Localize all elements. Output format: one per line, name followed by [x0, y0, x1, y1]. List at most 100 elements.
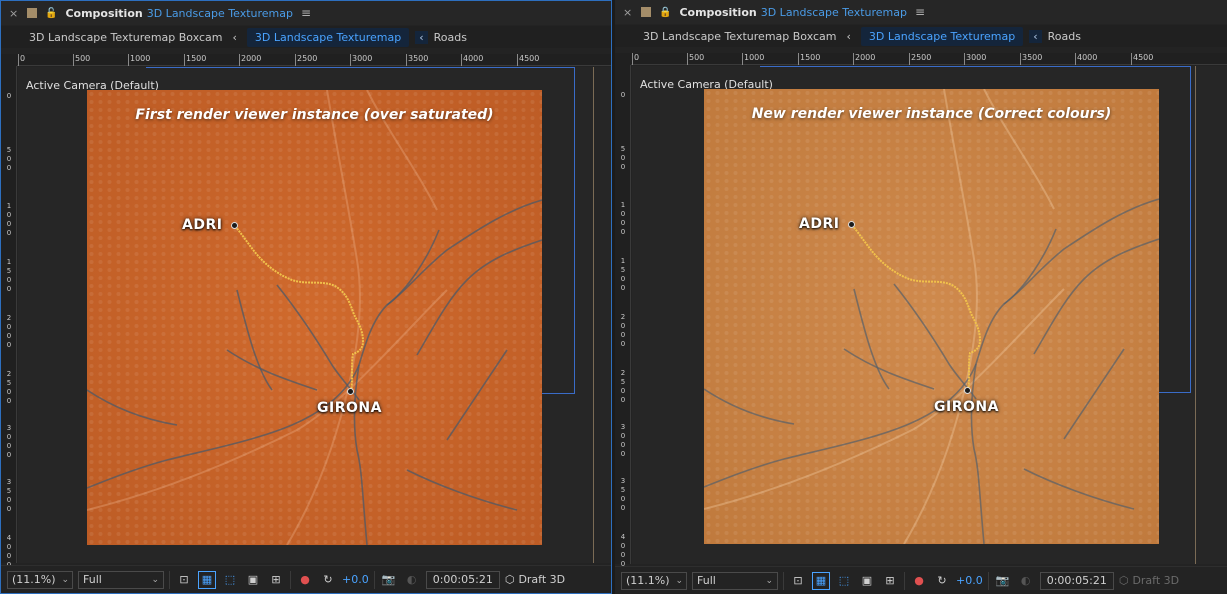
city-label-girona: GIRONA: [934, 399, 999, 415]
label-color-swatch[interactable]: [27, 8, 37, 18]
ruler-label: 3000: [352, 54, 373, 63]
tab-texturemap[interactable]: 3D Landscape Texturemap: [246, 27, 410, 47]
zoom-value: (11.1%): [626, 574, 670, 587]
ruler-label: 1500: [186, 54, 207, 63]
ruler-label: 2500: [297, 54, 318, 63]
exposure-value[interactable]: +0.0: [956, 574, 983, 587]
horizontal-ruler[interactable]: 0 500 1000 1500 2000 2500 3000 3500 4000…: [631, 53, 1227, 65]
horizontal-ruler[interactable]: 0 500 1000 1500 2000 2500 3000 3500 4000…: [17, 54, 611, 66]
chevron-left-icon[interactable]: ‹: [843, 30, 855, 43]
ruler-label: 0: [634, 53, 640, 62]
tab-texturemap[interactable]: 3D Landscape Texturemap: [860, 26, 1024, 46]
ruler-label: 3500: [1022, 53, 1043, 62]
divider: [904, 571, 905, 590]
panel-type-label: Composition: [679, 5, 757, 19]
divider: [783, 571, 784, 590]
vertical-ruler[interactable]: 0 5 0 0 1 0 0 0 1 5 0 0 2 0 0 0 2 5 0 0 …: [615, 65, 631, 568]
unlock-icon[interactable]: 🔓: [45, 8, 57, 19]
chevron-left-icon[interactable]: ‹: [415, 30, 428, 44]
ruler-label: 0: [6, 92, 12, 100]
current-time-field[interactable]: 0:00:05:21: [1039, 571, 1114, 590]
texture-map[interactable]: New render viewer instance (Correct colo…: [704, 89, 1159, 544]
ruler-label: 2 5 0 0: [6, 370, 12, 405]
timecode-value: 0:00:05:21: [432, 573, 493, 586]
city-marker-girona: [347, 388, 354, 395]
viewer-footer: (11.1%) ⌄ Full ⌄ ⊡ ▦ ⬚ ▣ ⊞ ● ↻ +0.0 📷 ◐ 0:…: [1, 565, 611, 593]
camera-snapshot-icon[interactable]: 📷: [380, 571, 398, 589]
transparency-grid-icon[interactable]: ▦: [198, 570, 216, 589]
chevron-left-icon[interactable]: ‹: [229, 31, 241, 44]
chevron-down-icon: ⌄: [675, 575, 684, 586]
city-label-adri: ADRI: [799, 216, 840, 232]
ruler-label: 0: [20, 54, 26, 63]
close-icon[interactable]: ×: [9, 7, 19, 20]
transparency-grid-icon[interactable]: ▦: [812, 571, 830, 590]
draft-3d-toggle[interactable]: ⬡ Draft 3D: [505, 573, 565, 586]
ruler-label: 1000: [744, 53, 765, 62]
vertical-ruler[interactable]: 0 5 0 0 1 0 0 0 1 5 0 0 2 0 0 0 2 5 0 0 …: [1, 66, 17, 569]
region-of-interest-icon[interactable]: ▣: [244, 571, 262, 589]
draft-3d-label: Draft 3D: [518, 573, 566, 586]
label-color-swatch[interactable]: [641, 7, 651, 17]
region-of-interest-icon[interactable]: ▣: [858, 572, 876, 590]
draft-3d-toggle[interactable]: ⬡ Draft 3D: [1119, 574, 1179, 587]
magnification-dropdown[interactable]: (11.1%) ⌄: [7, 570, 73, 589]
ruler-label: 1 0 0 0: [620, 201, 626, 236]
panel-menu-icon[interactable]: ≡: [301, 6, 311, 20]
composition-viewer[interactable]: Active Camera (Default): [632, 66, 1227, 564]
tab-boxcam[interactable]: 3D Landscape Texturemap Boxcam: [29, 31, 223, 44]
camera-snapshot-icon[interactable]: 📷: [994, 572, 1012, 590]
resolution-value: Full: [697, 574, 716, 587]
exposure-value[interactable]: +0.0: [342, 573, 369, 586]
reset-exposure-icon[interactable]: ↻: [319, 571, 337, 589]
ruler-corner: [1, 54, 17, 66]
color-channels-icon[interactable]: ●: [296, 571, 314, 589]
show-snapshot-icon[interactable]: ◐: [403, 571, 421, 589]
chevron-left-icon[interactable]: ‹: [1029, 29, 1042, 43]
ruler-label: 3 0 0 0: [620, 423, 626, 458]
ruler-label: 2000: [241, 54, 262, 63]
close-icon[interactable]: ×: [623, 6, 633, 19]
divider: [169, 570, 170, 589]
map-artwork: [87, 90, 542, 545]
resolution-value: Full: [83, 573, 102, 586]
reset-exposure-icon[interactable]: ↻: [933, 572, 951, 590]
texture-map[interactable]: First render viewer instance (over satur…: [87, 90, 542, 545]
resolution-dropdown[interactable]: Full ⌄: [692, 571, 778, 590]
tab-roads[interactable]: Roads: [1048, 30, 1081, 43]
tab-boxcam[interactable]: 3D Landscape Texturemap Boxcam: [643, 30, 837, 43]
grid-guides-icon[interactable]: ⊞: [267, 571, 285, 589]
magnification-dropdown[interactable]: (11.1%) ⌄: [621, 571, 687, 590]
show-snapshot-icon[interactable]: ◐: [1017, 572, 1035, 590]
tab-roads[interactable]: Roads: [434, 31, 467, 44]
ruler-label: 3 5 0 0: [6, 478, 12, 513]
mask-visibility-icon[interactable]: ⬚: [221, 571, 239, 589]
ruler-label: 500: [75, 54, 91, 63]
ruler-label: 4000: [463, 54, 484, 63]
chevron-down-icon: ⌄: [765, 575, 773, 586]
cube-icon: ⬡: [504, 573, 515, 586]
timecode-value: 0:00:05:21: [1046, 574, 1107, 587]
color-channels-icon[interactable]: ●: [910, 572, 928, 590]
grid-guides-icon[interactable]: ⊞: [881, 572, 899, 590]
ruler-corner: [615, 53, 631, 65]
ruler-label: 4000: [1077, 53, 1098, 62]
city-label-adri: ADRI: [182, 217, 223, 233]
ruler-label: 5 0 0: [6, 146, 12, 172]
composition-name: 3D Landscape Texturemap: [146, 6, 293, 20]
city-marker-adri: [231, 222, 238, 229]
city-marker-girona: [964, 387, 971, 394]
zoom-value: (11.1%): [12, 573, 56, 586]
city-marker-adri: [848, 221, 855, 228]
lock-icon[interactable]: 🔒: [659, 7, 671, 18]
draft-3d-label: Draft 3D: [1132, 574, 1180, 587]
mask-visibility-icon[interactable]: ⬚: [835, 572, 853, 590]
current-time-field[interactable]: 0:00:05:21: [425, 570, 500, 589]
composition-panel-right: × 🔒 Composition 3D Landscape Texturemap …: [615, 0, 1227, 594]
resolution-dropdown[interactable]: Full ⌄: [78, 570, 164, 589]
snapshot-region-icon[interactable]: ⊡: [175, 571, 193, 589]
divider: [987, 571, 989, 590]
composition-viewer[interactable]: Active Camera (Default): [18, 67, 611, 563]
snapshot-region-icon[interactable]: ⊡: [789, 572, 807, 590]
panel-menu-icon[interactable]: ≡: [915, 5, 925, 19]
